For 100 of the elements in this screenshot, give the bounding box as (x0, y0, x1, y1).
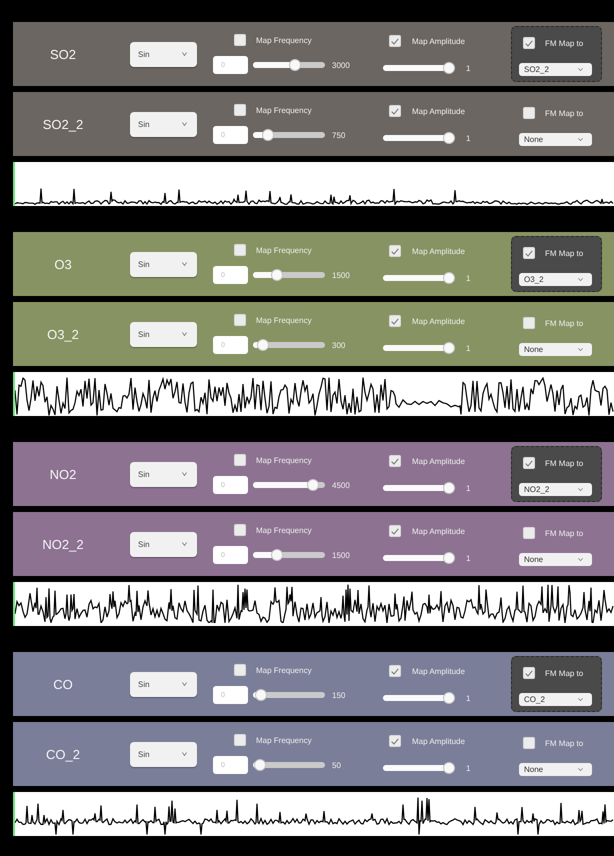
checkbox[interactable] (389, 735, 401, 747)
wave-type-dropdown[interactable]: Sin (130, 742, 197, 766)
checkbox[interactable] (523, 667, 535, 679)
checkbox[interactable] (523, 457, 535, 469)
amplitude-slider[interactable] (383, 695, 455, 701)
frequency-slider[interactable] (253, 62, 325, 68)
target-dropdown[interactable]: SO2_2 (519, 63, 592, 76)
checkbox[interactable] (234, 104, 246, 116)
wave-type-dropdown[interactable]: Sin (130, 532, 197, 556)
checkbox[interactable] (389, 105, 401, 117)
caret-icon (182, 472, 187, 476)
target-dropdown[interactable]: None (519, 133, 592, 146)
frequency-slider[interactable] (253, 132, 325, 138)
amplitude-slider[interactable] (383, 275, 455, 281)
playhead-marker[interactable] (13, 162, 15, 206)
target-dropdown[interactable]: O3_2 (519, 273, 592, 286)
checkbox[interactable] (234, 524, 246, 536)
checkbox[interactable] (389, 665, 401, 677)
target-dropdown[interactable]: None (519, 343, 592, 356)
amplitude-slider[interactable] (383, 485, 455, 491)
checkbox[interactable] (523, 37, 535, 49)
slider-thumb[interactable] (443, 762, 455, 774)
checkbox[interactable] (234, 314, 246, 326)
checkbox[interactable] (234, 664, 246, 676)
wave-type-dropdown[interactable]: Sin (130, 112, 197, 136)
playhead-marker[interactable] (13, 582, 15, 626)
amplitude-slider[interactable] (383, 345, 455, 351)
checkbox[interactable] (389, 35, 401, 47)
playhead-marker[interactable] (13, 372, 15, 416)
amplitude-value: 1 (466, 554, 470, 562)
frequency-slider[interactable] (253, 762, 325, 768)
slider-thumb[interactable] (443, 342, 455, 354)
target-dropdown[interactable]: None (519, 553, 592, 566)
checkmark-icon (525, 460, 533, 466)
checkbox[interactable] (234, 34, 246, 46)
amplitude-value: 1 (466, 64, 470, 72)
channel-name: NO2 (50, 466, 76, 482)
checkbox[interactable] (389, 245, 401, 257)
target-dropdown[interactable]: CO_2 (519, 693, 592, 706)
option-label: Map Frequency (256, 246, 312, 254)
target-dropdown[interactable]: NO2_2 (519, 483, 592, 496)
slider-thumb[interactable] (443, 132, 455, 144)
frequency-slider[interactable] (253, 692, 325, 698)
amplitude-slider[interactable] (383, 135, 455, 141)
checkbox[interactable] (234, 734, 246, 746)
checkbox[interactable] (523, 107, 535, 119)
slider-thumb[interactable] (256, 339, 269, 351)
wave-type-dropdown[interactable]: Sin (130, 462, 197, 486)
option-label: Map Amplitude (412, 456, 465, 466)
checkmark-icon (391, 38, 399, 44)
slider-thumb[interactable] (443, 62, 455, 74)
slider-thumb[interactable] (254, 689, 267, 701)
target-dropdown[interactable]: None (519, 763, 592, 776)
slider-thumb[interactable] (271, 549, 283, 561)
caret-icon (578, 488, 583, 491)
checkbox[interactable] (523, 527, 535, 539)
checkbox[interactable] (389, 455, 401, 467)
amplitude-value: 1 (466, 134, 470, 142)
amplitude-value: 1 (466, 274, 470, 282)
slider-thumb[interactable] (289, 59, 301, 71)
option-label: Map Frequency (256, 106, 312, 114)
amplitude-slider[interactable] (383, 765, 455, 771)
checkbox[interactable] (389, 525, 401, 537)
checkbox[interactable] (389, 315, 401, 327)
checkbox[interactable] (523, 737, 535, 749)
slider-thumb[interactable] (271, 269, 283, 281)
playhead-marker[interactable] (13, 792, 15, 836)
slider-thumb[interactable] (254, 759, 266, 771)
frequency-slider[interactable] (253, 482, 325, 488)
wave-type-dropdown[interactable]: Sin (130, 252, 197, 276)
frequency-slider[interactable] (253, 342, 325, 348)
frequency-slider[interactable] (253, 272, 325, 278)
wave-type-dropdown[interactable]: Sin (130, 42, 197, 66)
slider-thumb[interactable] (262, 129, 274, 141)
option-label: FM Map to (545, 108, 584, 118)
amplitude-slider[interactable] (383, 555, 455, 561)
option-label: FM Map to (545, 668, 584, 678)
option-label: Map Frequency (256, 316, 312, 324)
wave-type-dropdown[interactable]: Sin (130, 322, 197, 346)
checkmark-icon (391, 738, 399, 744)
slider-thumb[interactable] (443, 552, 455, 564)
slider-thumb[interactable] (443, 482, 455, 494)
wave-type-dropdown[interactable]: Sin (130, 672, 197, 696)
checkmark-icon (525, 40, 533, 46)
checkbox[interactable] (234, 244, 246, 256)
frequency-slider[interactable] (253, 552, 325, 558)
frequency-value: 4500 (332, 480, 350, 490)
checkbox[interactable] (523, 247, 535, 259)
slider-thumb[interactable] (443, 692, 455, 704)
slider-thumb[interactable] (307, 479, 319, 491)
caret-icon (578, 68, 583, 71)
channel-name: O3 (54, 256, 72, 272)
frequency-value: 50 (332, 760, 341, 770)
checkbox[interactable] (523, 317, 535, 329)
amplitude-slider[interactable] (383, 65, 455, 71)
checkbox[interactable] (234, 454, 246, 466)
option-label: Map Amplitude (412, 36, 465, 46)
channel-name: O3_2 (47, 326, 79, 342)
slider-thumb[interactable] (443, 272, 455, 284)
option-label: Map Amplitude (412, 526, 465, 536)
